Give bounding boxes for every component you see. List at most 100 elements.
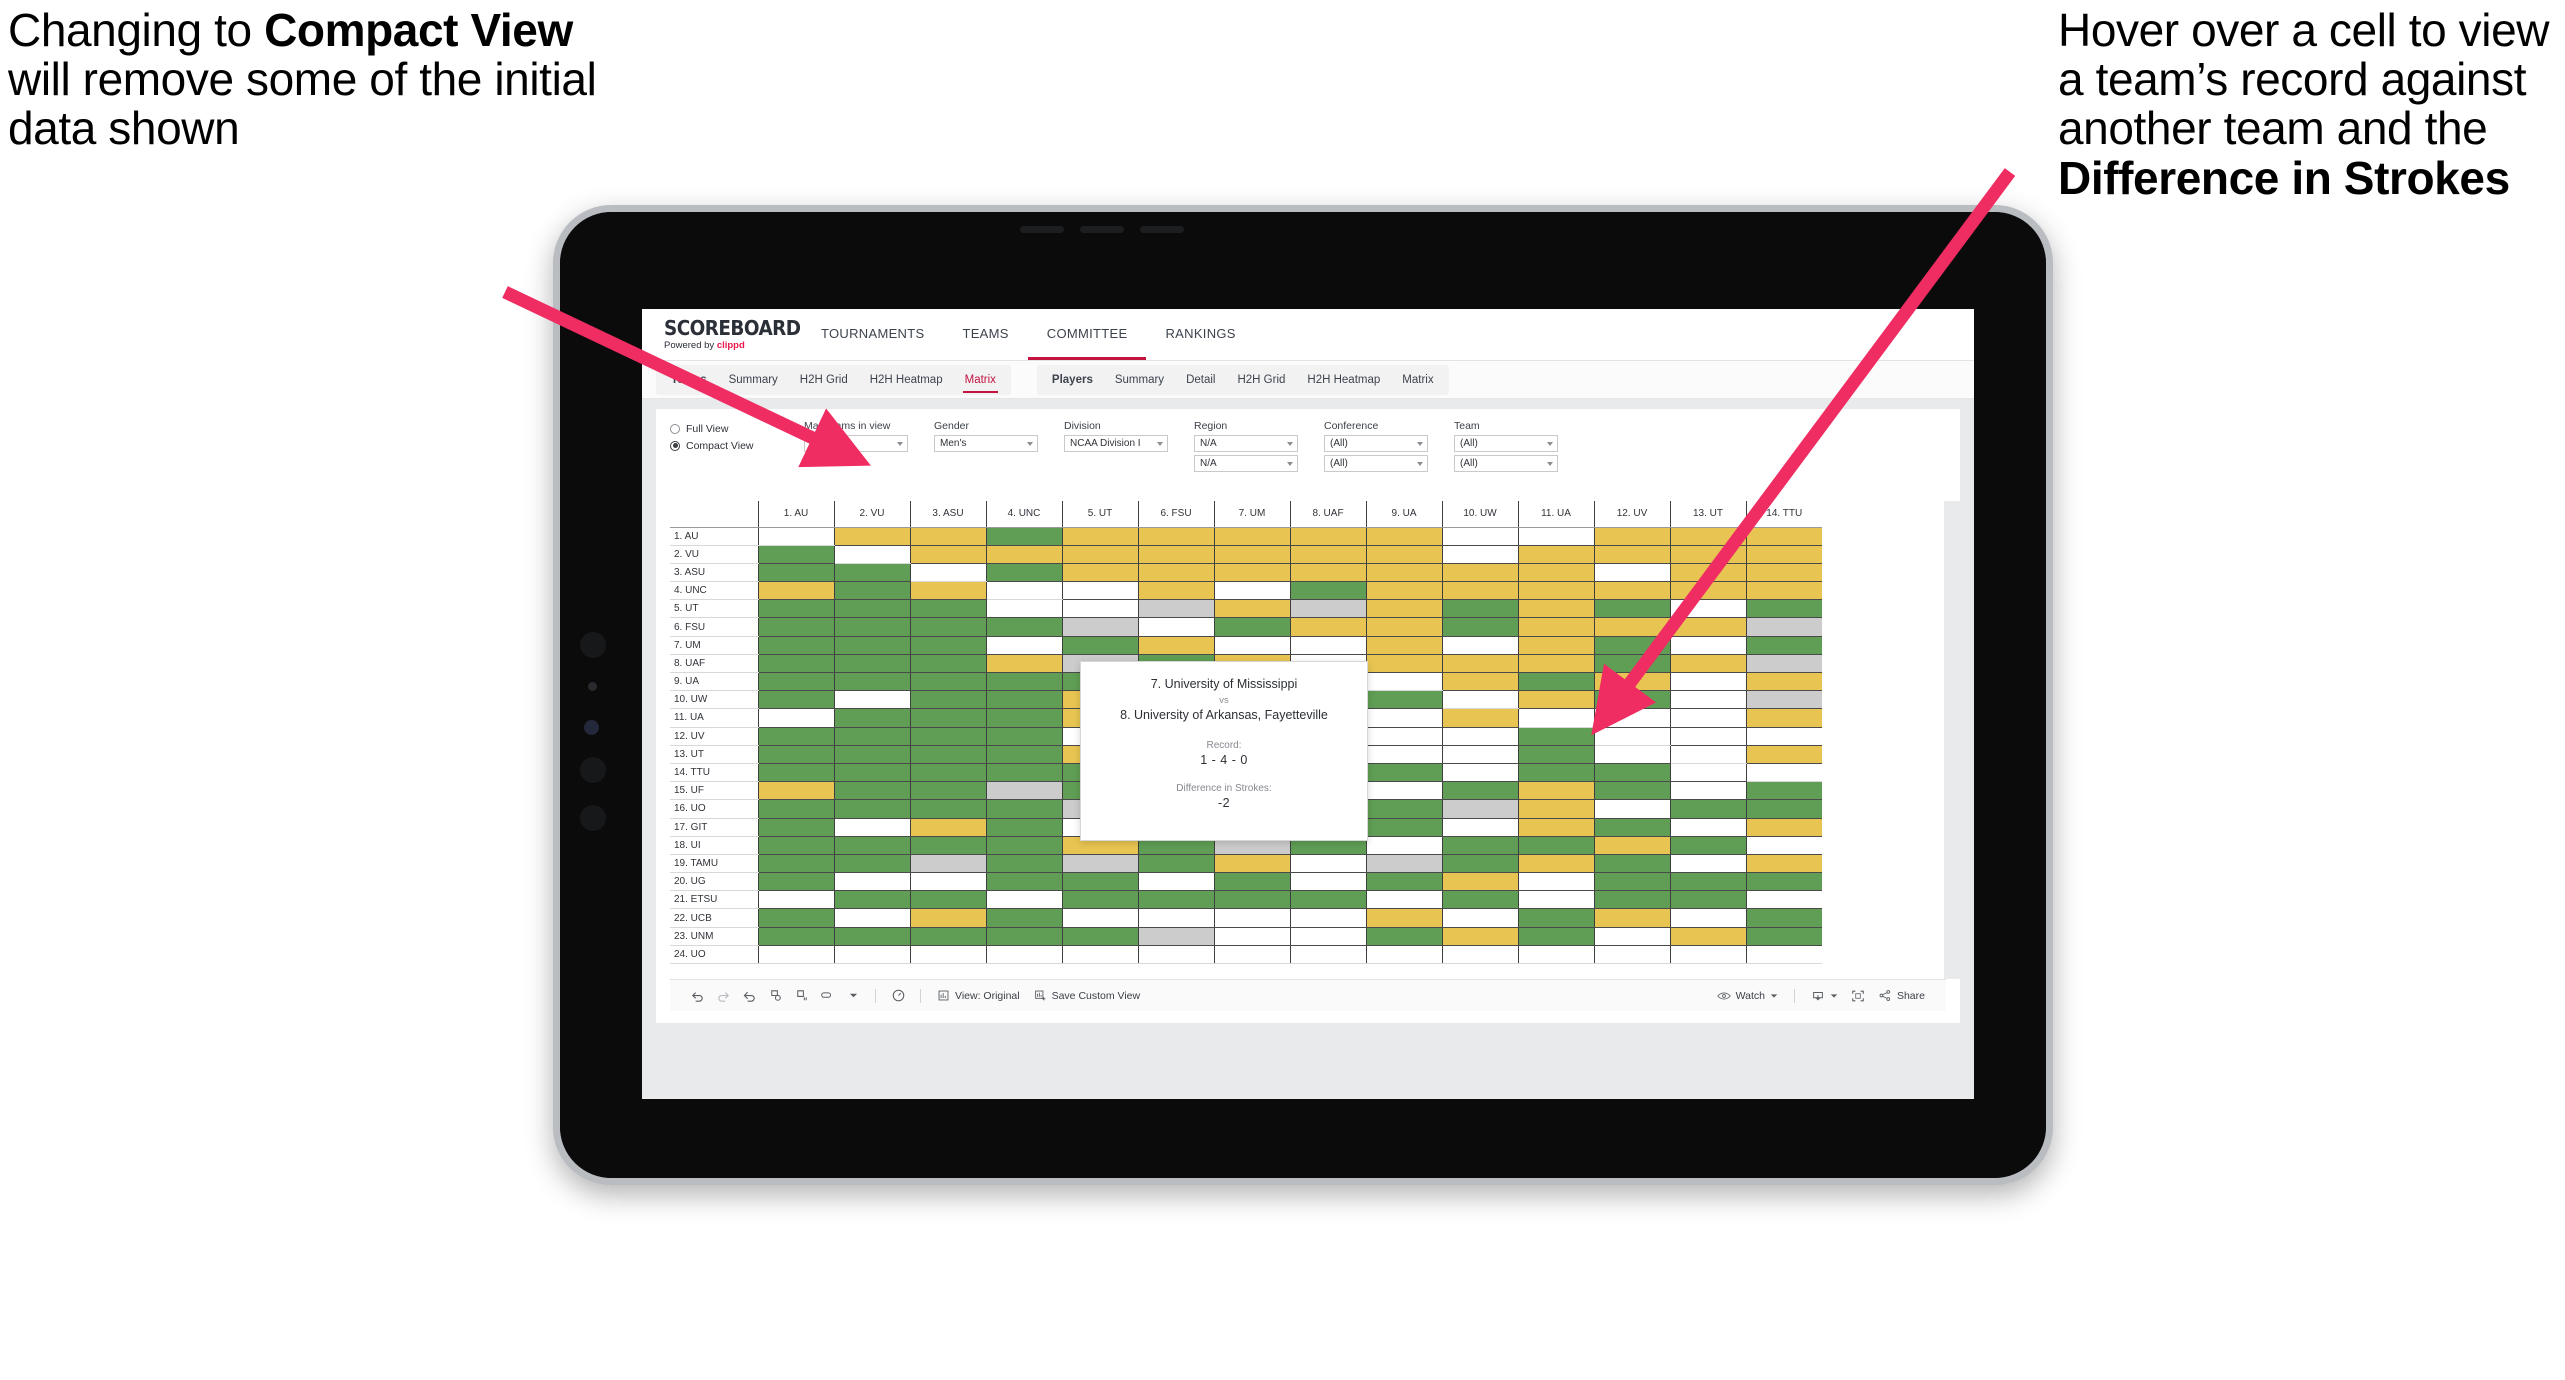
- matrix-cell[interactable]: [1365, 763, 1442, 783]
- matrix-cell[interactable]: [1669, 745, 1746, 764]
- matrix-row-header[interactable]: 3. ASU: [670, 563, 758, 583]
- matrix-cell[interactable]: [1593, 818, 1670, 837]
- matrix-column-header[interactable]: 5. UT: [1061, 501, 1138, 528]
- matrix-cell[interactable]: [909, 563, 986, 583]
- matrix-cell[interactable]: [833, 781, 910, 801]
- matrix-cell[interactable]: [757, 545, 834, 564]
- matrix-cell[interactable]: [1441, 908, 1518, 928]
- matrix-cell[interactable]: [1365, 854, 1442, 874]
- matrix-row-header[interactable]: 22. UCB: [670, 908, 758, 928]
- matrix-cell[interactable]: [1213, 854, 1290, 874]
- share-button[interactable]: Share: [1871, 989, 1932, 1002]
- matrix-cell[interactable]: [1669, 527, 1746, 546]
- matrix-cell[interactable]: [833, 563, 910, 583]
- matrix-cell[interactable]: [1441, 690, 1518, 710]
- matrix-cell[interactable]: [1061, 945, 1138, 965]
- matrix-cell[interactable]: [1137, 563, 1214, 583]
- filter-max-teams-select[interactable]: Top 50: [804, 435, 908, 452]
- matrix-cell[interactable]: [1669, 727, 1746, 746]
- matrix-cell[interactable]: [1669, 636, 1746, 655]
- matrix-cell[interactable]: [1137, 927, 1214, 946]
- matrix-cell[interactable]: [1137, 636, 1214, 655]
- matrix-row-header[interactable]: 8. UAF: [670, 654, 758, 674]
- matrix-cell[interactable]: [1593, 672, 1670, 692]
- matrix-cell[interactable]: [833, 836, 910, 855]
- matrix-cell[interactable]: [909, 945, 986, 965]
- highlight-icon[interactable]: [814, 983, 840, 1009]
- filter-team-select-1[interactable]: (All): [1454, 435, 1558, 452]
- matrix-cell[interactable]: [833, 545, 910, 564]
- matrix-cell[interactable]: [1517, 617, 1594, 637]
- matrix-cell[interactable]: [1593, 563, 1670, 583]
- matrix-cell[interactable]: [1517, 836, 1594, 855]
- matrix-cell[interactable]: [1061, 545, 1138, 564]
- matrix-cell[interactable]: [1441, 763, 1518, 783]
- nav-tab-rankings[interactable]: RANKINGS: [1146, 309, 1255, 360]
- matrix-cell[interactable]: [1137, 545, 1214, 564]
- matrix-cell[interactable]: [909, 836, 986, 855]
- matrix-cell[interactable]: [1745, 818, 1822, 837]
- matrix-cell[interactable]: [985, 708, 1062, 728]
- matrix-cell[interactable]: [757, 708, 834, 728]
- matrix-cell[interactable]: [1745, 745, 1822, 764]
- matrix-cell[interactable]: [1441, 872, 1518, 892]
- matrix-cell[interactable]: [1365, 872, 1442, 892]
- matrix-cell[interactable]: [1669, 945, 1746, 965]
- matrix-cell[interactable]: [833, 818, 910, 837]
- matrix-column-header[interactable]: 3. ASU: [909, 501, 986, 528]
- matrix-cell[interactable]: [1137, 872, 1214, 892]
- matrix-row-header[interactable]: 17. GIT: [670, 818, 758, 837]
- matrix-cell[interactable]: [1669, 690, 1746, 710]
- matrix-cell[interactable]: [1365, 799, 1442, 819]
- matrix-cell[interactable]: [985, 908, 1062, 928]
- matrix-cell[interactable]: [1213, 945, 1290, 965]
- matrix-row-header[interactable]: 14. TTU: [670, 763, 758, 783]
- subnav-teams-h2h-grid[interactable]: H2H Grid: [789, 365, 859, 395]
- matrix-cell[interactable]: [757, 599, 834, 619]
- matrix-column-header[interactable]: 12. UV: [1593, 501, 1670, 528]
- matrix-cell[interactable]: [1517, 818, 1594, 837]
- matrix-cell[interactable]: [1517, 908, 1594, 928]
- matrix-cell[interactable]: [1593, 527, 1670, 546]
- matrix-cell[interactable]: [1517, 672, 1594, 692]
- save-custom-view-button[interactable]: Save Custom View: [1027, 989, 1148, 1002]
- matrix-row-header[interactable]: 6. FSU: [670, 617, 758, 637]
- matrix-cell[interactable]: [1137, 945, 1214, 965]
- matrix-cell[interactable]: [1669, 563, 1746, 583]
- matrix-cell[interactable]: [909, 781, 986, 801]
- matrix-cell[interactable]: [1517, 708, 1594, 728]
- subnav-players-summary[interactable]: Summary: [1104, 365, 1175, 395]
- matrix-cell[interactable]: [1593, 654, 1670, 674]
- matrix-cell[interactable]: [1669, 708, 1746, 728]
- matrix-cell[interactable]: [1365, 563, 1442, 583]
- matrix-cell[interactable]: [1365, 945, 1442, 965]
- matrix-cell[interactable]: [757, 727, 834, 746]
- matrix-cell[interactable]: [985, 581, 1062, 601]
- matrix-cell[interactable]: [1669, 672, 1746, 692]
- matrix-cell[interactable]: [1593, 890, 1670, 910]
- matrix-cell[interactable]: [757, 581, 834, 601]
- matrix-cell[interactable]: [833, 636, 910, 655]
- matrix-cell[interactable]: [757, 672, 834, 692]
- matrix-cell[interactable]: [1517, 781, 1594, 801]
- matrix-cell[interactable]: [757, 781, 834, 801]
- matrix-cell[interactable]: [1745, 836, 1822, 855]
- matrix-cell[interactable]: [1061, 527, 1138, 546]
- matrix-cell[interactable]: [1213, 617, 1290, 637]
- matrix-cell[interactable]: [1593, 690, 1670, 710]
- matrix-cell[interactable]: [1517, 890, 1594, 910]
- matrix-cell[interactable]: [833, 617, 910, 637]
- matrix-cell[interactable]: [1441, 545, 1518, 564]
- matrix-cell[interactable]: [1745, 708, 1822, 728]
- matrix-cell[interactable]: [757, 745, 834, 764]
- matrix-cell[interactable]: [1137, 617, 1214, 637]
- matrix-cell[interactable]: [1365, 599, 1442, 619]
- radio-compact-view[interactable]: Compact View: [670, 437, 778, 454]
- matrix-cell[interactable]: [909, 654, 986, 674]
- matrix-cell[interactable]: [1745, 854, 1822, 874]
- matrix-cell[interactable]: [1593, 636, 1670, 655]
- matrix-cell[interactable]: [757, 908, 834, 928]
- matrix-cell[interactable]: [1365, 727, 1442, 746]
- subnav-teams-h2h-heatmap[interactable]: H2H Heatmap: [859, 365, 954, 395]
- matrix-cell[interactable]: [1441, 945, 1518, 965]
